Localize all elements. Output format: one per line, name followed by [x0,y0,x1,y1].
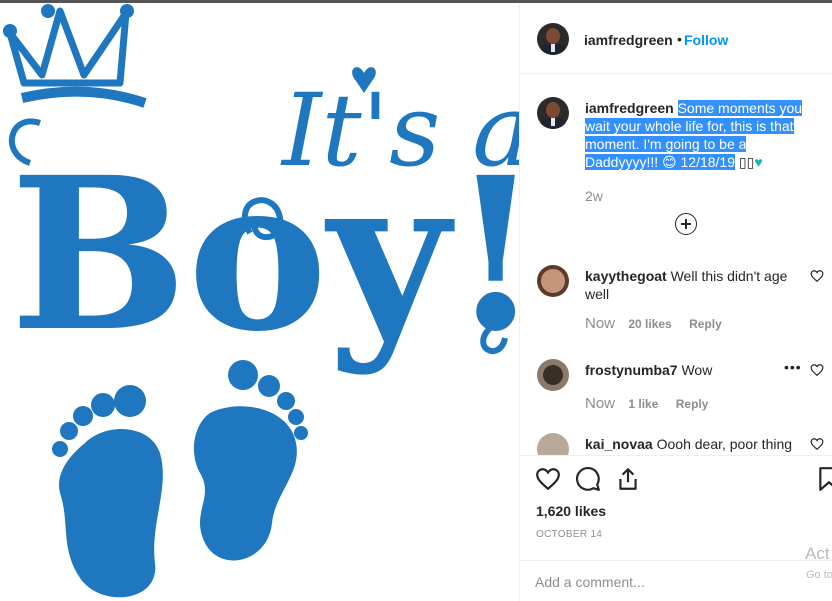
likes-count[interactable]: 1,620 likes [536,503,606,519]
comment-body: Oooh dear, poor thing [656,436,793,452]
list-item: kai_novaa Oooh dear, poor thing [520,433,832,455]
post-header: iamfredgreen • Follow [520,3,832,74]
heart-emoji-icon: ♥ [754,154,763,170]
caption-trailing-glyphs: ▯▯ [738,154,755,170]
heart-icon[interactable] [535,466,561,492]
bookmark-icon[interactable] [816,466,832,492]
post-date: OCTOBER 14 [536,529,603,540]
reply-button[interactable]: Reply [676,397,709,411]
header-username[interactable]: iamfredgreen [584,32,673,48]
list-item: kayythegoat Well this didn't age well No… [520,265,832,343]
comment-icon[interactable] [575,466,601,492]
comment-meta: Now 1 like Reply [585,395,708,412]
comment-likes[interactable]: 1 like [628,397,658,411]
post-caption: iamfredgreen Some moments you wait your … [585,99,820,204]
avatar[interactable] [537,265,569,297]
comment-username[interactable]: frostynumba7 [585,362,678,378]
comment-text: kai_novaa Oooh dear, poor thing [585,435,800,453]
more-options-icon[interactable]: ••• [784,359,802,375]
comment-body: Wow [681,362,713,378]
avatar[interactable] [537,23,569,55]
caption-username[interactable]: iamfredgreen [585,100,674,116]
comment-username[interactable]: kayythegoat [585,268,667,284]
caption-time[interactable]: 2w [585,187,603,205]
heart-icon[interactable] [810,437,824,451]
post-actions: 1,620 likes OCTOBER 14 [520,455,832,601]
crown-icon [6,7,147,108]
footprints-icon [52,360,308,598]
separator-dot: • [677,31,682,47]
avatar[interactable] [537,359,569,391]
share-icon[interactable] [615,466,641,492]
avatar[interactable] [537,433,569,455]
add-circle-icon[interactable] [675,213,697,235]
reply-button[interactable]: Reply [689,317,722,331]
heart-icon[interactable] [810,269,824,283]
post-side-panel: iamfredgreen • Follow iamfredgreen Some … [519,3,832,601]
comments-scroll-area[interactable]: iamfredgreen Some moments you wait your … [520,75,832,455]
list-item: frostynumba7 Wow Now 1 like Reply ••• [520,359,832,437]
follow-button[interactable]: Follow [684,32,728,48]
comment-text: frostynumba7 Wow [585,361,800,379]
comment-time[interactable]: Now [585,395,615,412]
boy-text: Boy! [10,131,519,378]
comment-time[interactable]: Now [585,315,615,332]
add-comment-input[interactable] [535,573,775,591]
activate-windows-watermark: Act [805,544,830,563]
its-a-boy-artwork: It's a Boy! [3,4,519,598]
comment-username[interactable]: kai_novaa [585,436,653,452]
comment-meta: Now 20 likes Reply [585,315,722,332]
comment-likes[interactable]: 20 likes [628,317,671,331]
post-image[interactable]: It's a Boy! [0,3,519,601]
activate-windows-watermark-sub: Go to [806,569,832,581]
add-comment-bar [520,560,832,601]
comment-text: kayythegoat Well this didn't age well [585,267,800,303]
heart-icon[interactable] [810,363,824,377]
caption-avatar[interactable] [537,97,569,129]
